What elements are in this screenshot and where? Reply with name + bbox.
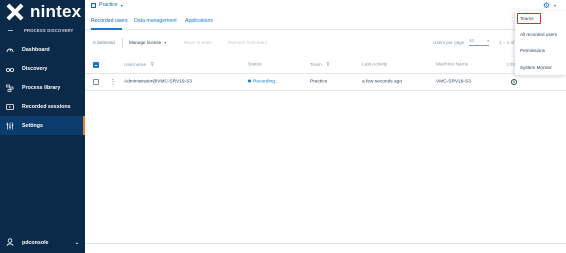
sidebar-item-label: Discovery: [22, 65, 48, 72]
column-label: Team: [310, 62, 322, 68]
tab-applications[interactable]: Applications: [185, 18, 213, 24]
manage-license-label: Manage license: [129, 40, 162, 45]
table-row[interactable]: ⋮ Administrator@VMC-SRV19-S3 Recording..…: [85, 74, 566, 91]
cell-machine-name: VMC-SRV19-S3: [436, 79, 471, 85]
divider: [122, 38, 123, 48]
remove-from-team-button[interactable]: Remove from team: [228, 40, 267, 45]
sidebar-item-dashboard[interactable]: Dashboard: [0, 40, 85, 59]
process-discovery-section: PROCESS DISCOVERY: [0, 24, 85, 36]
sidebar-item-discovery[interactable]: Discovery: [0, 59, 85, 78]
cell-team: Practice: [310, 79, 328, 85]
filter-icon[interactable]: ⊽: [150, 62, 154, 68]
column-status[interactable]: Status: [248, 62, 262, 67]
sidebar-item-label: Process library: [22, 84, 61, 91]
table-header: Username ⊽ Status Team ⊽ Last Activity M…: [85, 56, 566, 74]
settings-menu: Teams All recorded users Permissions Sys…: [515, 11, 566, 75]
license-icon[interactable]: $: [511, 79, 517, 85]
column-team[interactable]: Team ⊽: [310, 62, 330, 68]
column-last-activity[interactable]: Last Activity: [362, 62, 387, 67]
binoculars-icon: [6, 65, 14, 73]
project-label: Practice: [99, 2, 118, 8]
row-menu-icon[interactable]: ⋮: [110, 79, 116, 86]
brand-name: nintex: [30, 2, 82, 21]
project-icon: [91, 2, 96, 8]
chevron-down-icon: ▾: [487, 39, 489, 43]
manage-license-button[interactable]: Manage license ▾: [129, 40, 166, 45]
top-bar: Practice ▾ ⚙ ▾: [85, 0, 566, 12]
move-to-team-button[interactable]: Move to team: [184, 40, 212, 45]
menu-item-all-recorded-users[interactable]: All recorded users: [520, 32, 557, 37]
chevron-down-icon: ⌄: [74, 240, 79, 246]
dash-icon: [8, 29, 13, 31]
user-name: pdconsole: [22, 240, 49, 246]
tab-data-management[interactable]: Data management: [134, 18, 177, 24]
row-checkbox[interactable]: [93, 79, 99, 85]
sidebar-item-process-library[interactable]: Process library: [0, 78, 85, 97]
chevron-down-icon[interactable]: ▾: [554, 3, 556, 8]
users-per-page-label: Users per page: [433, 40, 465, 45]
users-per-page-select[interactable]: 10 ▾: [469, 38, 489, 46]
sidebar-nav: Dashboard Discovery Process library Reco…: [0, 40, 85, 135]
menu-item-teams[interactable]: Teams: [520, 16, 534, 21]
table-toolbar: 0 Selected Manage license ▾ Move to team…: [85, 36, 566, 50]
chevron-down-icon: ▾: [120, 2, 123, 8]
section-label: PROCESS DISCOVERY: [24, 27, 74, 33]
sidebar-item-label: Settings: [22, 122, 43, 129]
cell-last-activity: a few seconds ago: [362, 79, 403, 85]
users-per-page-value: 10: [469, 38, 475, 43]
cell-status: Recording...: [248, 80, 279, 85]
sidebar: nintex PROCESS DISCOVERY Dashboard Disco…: [0, 0, 85, 253]
tab-bar: Recorded users Data management Applicati…: [85, 15, 566, 30]
user-menu[interactable]: pdconsole ⌄: [0, 236, 85, 250]
menu-item-permissions[interactable]: Permissions: [520, 48, 545, 53]
status-dot-icon: [248, 79, 251, 83]
library-icon: [6, 84, 14, 92]
selected-count: 0 Selected: [93, 40, 115, 45]
column-label: Username: [124, 62, 147, 68]
select-all-checkbox[interactable]: [93, 61, 99, 68]
recorded-users-table: Username ⊽ Status Team ⊽ Last Activity M…: [85, 56, 566, 91]
status-text: Recording...: [253, 79, 279, 85]
project-selector[interactable]: Practice ▾: [91, 2, 123, 8]
column-username[interactable]: Username ⊽: [124, 62, 154, 68]
chevron-down-icon: ▾: [164, 41, 167, 45]
sidebar-item-label: Dashboard: [22, 46, 50, 53]
nintex-logo[interactable]: nintex: [6, 2, 81, 22]
sidebar-item-recorded-sessions[interactable]: Recorded sessions: [0, 97, 85, 116]
tab-recorded-users[interactable]: Recorded users: [91, 18, 128, 24]
gear-icon[interactable]: ⚙: [543, 1, 550, 10]
sidebar-item-label: Recorded sessions: [22, 103, 71, 110]
video-icon: [6, 103, 14, 111]
gauge-icon: [6, 46, 14, 54]
column-machine-name[interactable]: Machine Name: [436, 62, 468, 67]
nintex-x-icon: [6, 3, 24, 21]
active-tab-indicator: [91, 28, 122, 30]
filter-icon[interactable]: ⊽: [326, 62, 330, 68]
divider: [85, 243, 566, 244]
settings-icon: [6, 122, 14, 130]
sidebar-item-settings[interactable]: Settings: [0, 116, 85, 135]
cell-username: Administrator@VMC-SRV19-S3: [124, 79, 192, 85]
pagination-range: 1 – 1 of: [499, 40, 515, 45]
menu-item-system-monitor[interactable]: System Monitor: [520, 65, 552, 70]
user-icon: [6, 238, 14, 248]
